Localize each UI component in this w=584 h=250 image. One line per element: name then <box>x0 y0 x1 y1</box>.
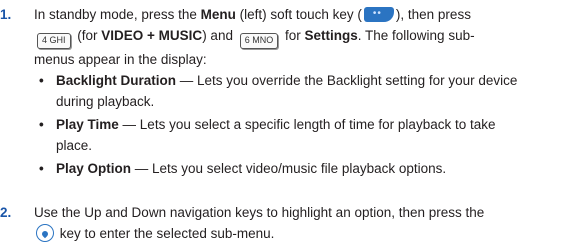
submenu-title: Backlight Duration <box>56 73 177 88</box>
submenu-desc: — Lets you select video/music file playb… <box>131 161 447 176</box>
key-6-mno-icon: 6 MNO <box>239 33 279 49</box>
list-item-text: Backlight Duration — Lets you override t… <box>56 70 582 112</box>
submenu-desc: — Lets you select a specific length of t… <box>118 117 496 132</box>
text-run: In standby mode, press the <box>34 7 201 22</box>
submenu-desc: — Lets you override the Backlight settin… <box>176 73 518 88</box>
text-run: (left) soft touch key ( <box>235 7 362 22</box>
step-number: 2. <box>0 205 12 220</box>
submenu-desc-cont: during playback. <box>56 94 155 109</box>
step-text: Use the Up and Down navigation keys to h… <box>34 202 582 244</box>
text-run: (for <box>73 28 102 43</box>
list-item-text: Play Time — Lets you select a specific l… <box>56 114 582 156</box>
text-run: for <box>281 28 305 43</box>
step-line: 4 GHI (for VIDEO + MUSIC) and 6 MNO for … <box>34 25 582 49</box>
submenu-desc-cont: place. <box>56 138 93 153</box>
text-run: . The following sub- <box>357 28 475 43</box>
left-soft-touch-key-icon <box>363 3 394 24</box>
step-line: In standby mode, press the Menu (left) s… <box>34 3 582 25</box>
video-music-term: VIDEO + MUSIC <box>101 28 203 43</box>
text-run: key to enter the selected sub-menu. <box>56 226 275 241</box>
step-line: Use the Up and Down navigation keys to h… <box>34 205 485 220</box>
text-run: ) and <box>202 28 237 43</box>
step-number: 1. <box>0 7 12 22</box>
list-item-text: Play Option — Lets you select video/musi… <box>56 158 582 179</box>
bullet: • <box>39 73 44 88</box>
submenu-title: Play Option <box>56 161 132 176</box>
step-line: menus appear in the display: <box>34 52 207 67</box>
submenu-title: Play Time <box>56 117 119 132</box>
bullet: • <box>39 161 44 176</box>
step-line: key to enter the selected sub-menu. <box>34 223 582 244</box>
key-4-ghi-icon: 4 GHI <box>37 33 71 49</box>
menu-term: Menu <box>200 7 236 22</box>
settings-term: Settings <box>304 28 358 43</box>
ok-select-key-icon <box>36 224 54 242</box>
bullet: • <box>39 117 44 132</box>
text-run: ), then press <box>395 7 471 22</box>
step-text: In standby mode, press the Menu (left) s… <box>34 3 582 70</box>
